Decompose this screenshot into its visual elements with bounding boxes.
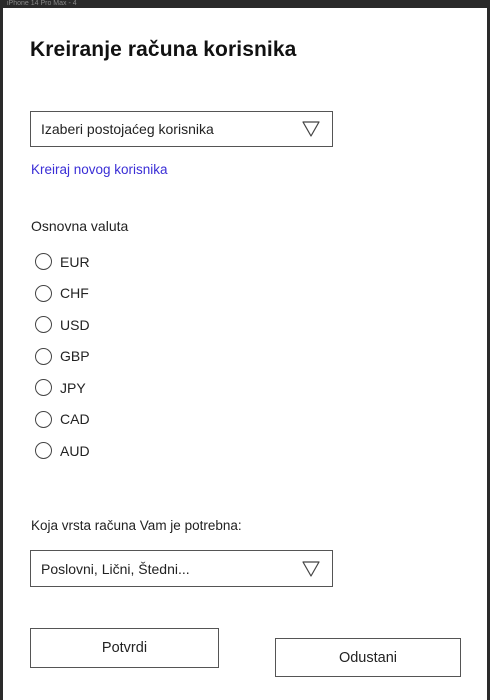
currency-option-aud[interactable]: AUD: [35, 435, 90, 467]
currency-option-label: JPY: [60, 379, 86, 396]
currency-option-label: AUD: [60, 442, 90, 459]
existing-user-select-value: Izaberi postojaćeg korisnika: [41, 121, 214, 137]
radio-button[interactable]: [35, 253, 52, 271]
account-type-select-value: Poslovni, Lični, Štedni...: [41, 560, 190, 577]
radio-button[interactable]: [35, 284, 52, 302]
currency-option-cad[interactable]: CAD: [35, 404, 90, 436]
triangle-down-icon: [302, 121, 320, 137]
currency-option-chf[interactable]: CHF: [35, 278, 90, 310]
base-currency-label: Osnovna valuta: [31, 218, 129, 234]
currency-option-label: CAD: [60, 411, 90, 428]
account-type-label: Koja vrsta računa Vam je potrebna:: [31, 518, 242, 533]
currency-option-label: GBP: [60, 348, 90, 365]
currency-radio-group: EUR CHF USD GBP JPY CAD AUD: [35, 246, 90, 467]
existing-user-select[interactable]: Izaberi postojaćeg korisnika: [30, 111, 333, 147]
currency-option-label: EUR: [60, 253, 90, 270]
radio-button[interactable]: [35, 347, 52, 365]
account-type-select[interactable]: Poslovni, Lični, Štedni...: [30, 550, 333, 587]
triangle-down-icon: [302, 560, 320, 577]
currency-option-usd[interactable]: USD: [35, 309, 90, 341]
currency-option-label: CHF: [60, 285, 89, 302]
confirm-button[interactable]: Potvrdi: [30, 628, 219, 668]
radio-button[interactable]: [35, 379, 52, 397]
create-new-user-link[interactable]: Kreiraj novog korisnika: [31, 162, 168, 177]
currency-option-eur[interactable]: EUR: [35, 246, 90, 278]
radio-button[interactable]: [35, 442, 52, 460]
radio-button[interactable]: [35, 410, 52, 428]
device-frame-label: iPhone 14 Pro Max - 4: [7, 0, 77, 7]
currency-option-label: USD: [60, 316, 90, 333]
phone-frame: iPhone 14 Pro Max - 4 Kreiranje računa k…: [0, 0, 490, 700]
currency-option-gbp[interactable]: GBP: [35, 341, 90, 373]
cancel-button[interactable]: Odustani: [275, 638, 461, 677]
radio-button[interactable]: [35, 316, 52, 334]
currency-option-jpy[interactable]: JPY: [35, 372, 90, 404]
page-title: Kreiranje računa korisnika: [30, 38, 297, 61]
